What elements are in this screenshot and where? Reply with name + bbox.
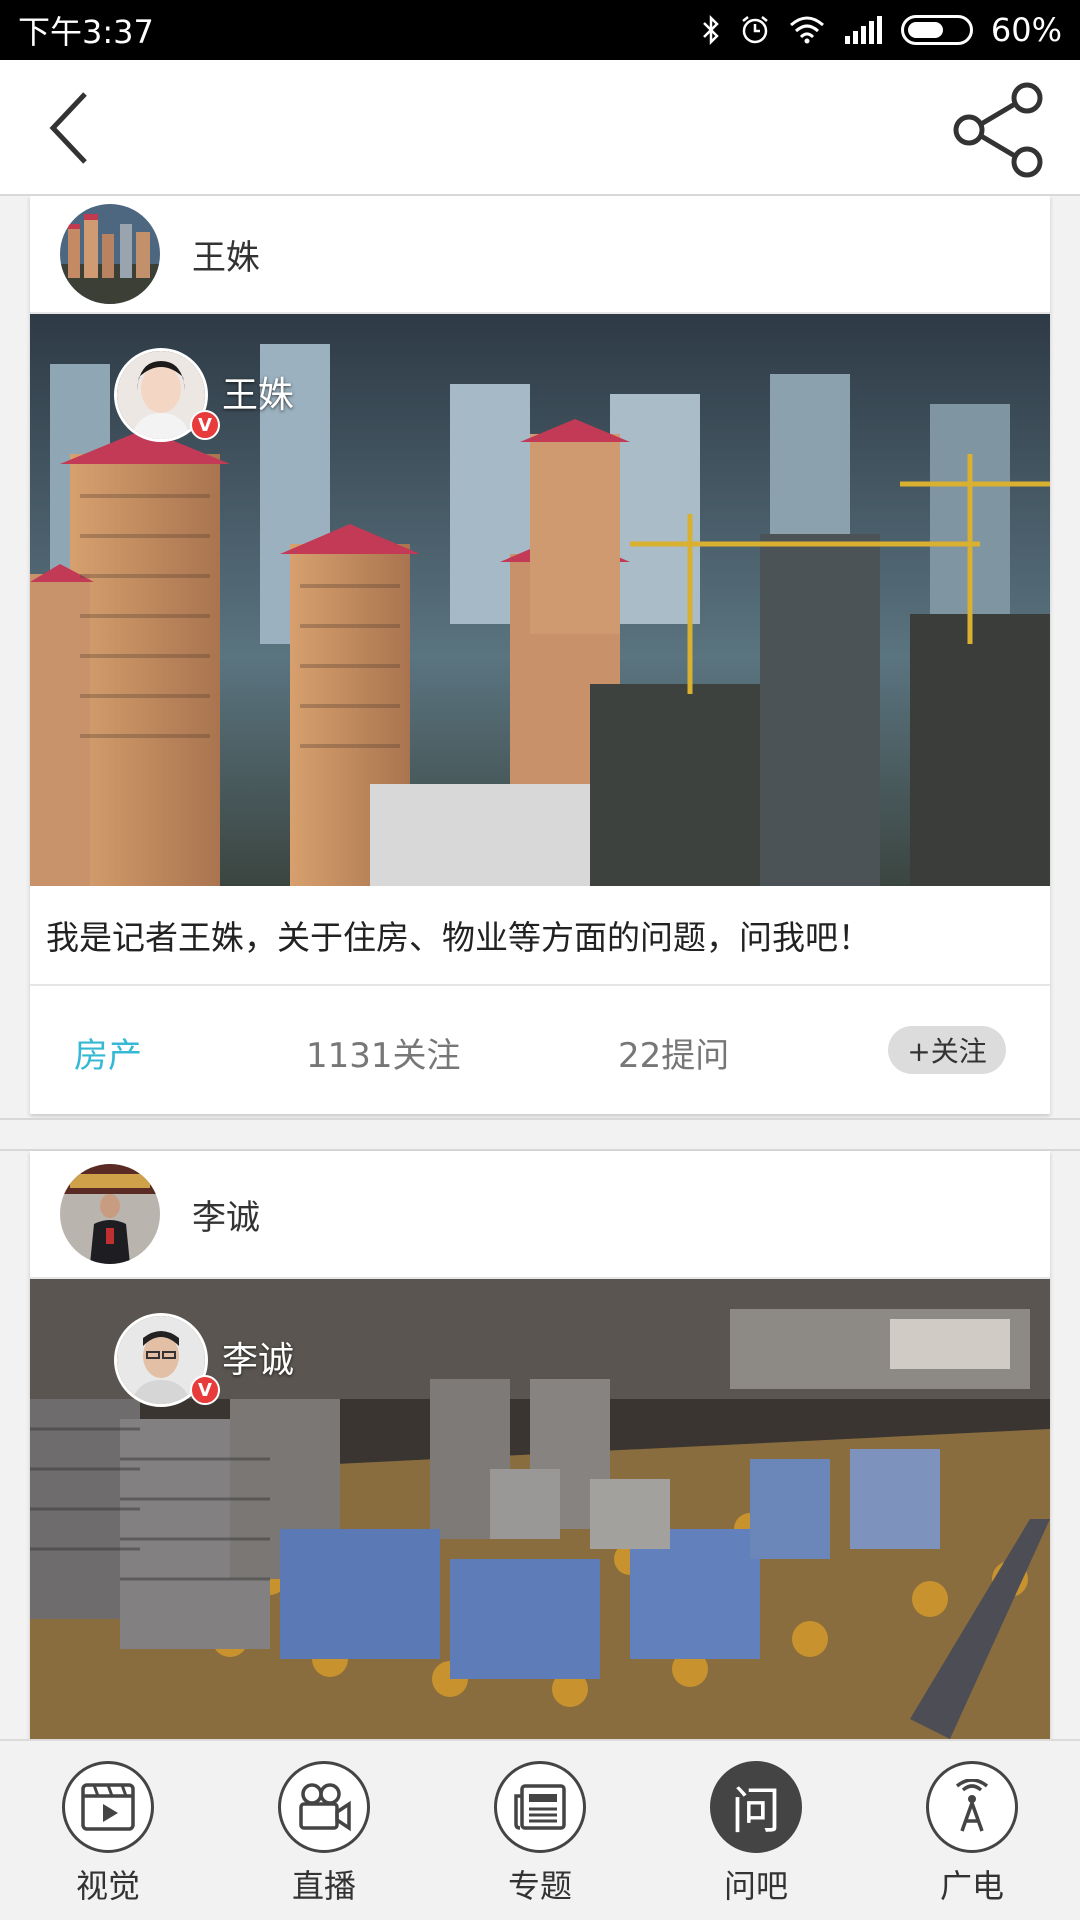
tab-topics[interactable]: 专题 xyxy=(460,1741,620,1920)
app-bar xyxy=(0,60,1080,196)
avatar[interactable] xyxy=(60,204,160,304)
tab-label: 问吧 xyxy=(723,1867,788,1905)
cover-image[interactable]: V 李诚 xyxy=(30,1279,1050,1739)
cover-image[interactable]: V 王姝 xyxy=(30,314,1050,886)
camera-icon xyxy=(278,1761,370,1853)
card-meta: 房产 1131关注 22提问 +关注 xyxy=(30,986,1050,1114)
avatar[interactable] xyxy=(60,1164,160,1264)
ask-icon: 问 xyxy=(710,1761,802,1853)
back-button[interactable] xyxy=(30,84,110,172)
broadcast-tower-icon xyxy=(926,1761,1018,1853)
tab-label: 视觉 xyxy=(75,1867,140,1905)
bottom-tab-bar: 视觉 直播 专题 问 问吧 广电 xyxy=(0,1739,1080,1920)
chevron-left-icon xyxy=(49,92,87,164)
video-icon xyxy=(62,1761,154,1853)
card-description[interactable]: 我是记者王姝，关于住房、物业等方面的问题，问我吧！ xyxy=(30,886,1050,986)
feed-list[interactable]: 王姝 V 王姝 我是记者王姝，关于住房、物业等方面的问题，问我吧！ 房产 113… xyxy=(0,196,1080,1739)
battery-icon xyxy=(900,15,973,45)
tab-visual[interactable]: 视觉 xyxy=(28,1741,188,1920)
bluetooth-icon xyxy=(701,15,721,45)
author-name: 李诚 xyxy=(192,1197,260,1238)
signal-icon xyxy=(843,16,883,44)
follow-button[interactable]: +关注 xyxy=(888,1026,1006,1074)
tab-ask[interactable]: 问 问吧 xyxy=(676,1741,836,1920)
battery-percent: 60% xyxy=(990,11,1062,49)
card-header: 李诚 xyxy=(30,1151,1050,1279)
expert-card[interactable]: 王姝 V 王姝 我是记者王姝，关于住房、物业等方面的问题，问我吧！ 房产 113… xyxy=(30,196,1050,1114)
alarm-icon xyxy=(739,14,771,46)
tab-live[interactable]: 直播 xyxy=(244,1741,404,1920)
expert-card[interactable]: 李诚 V 李诚 xyxy=(30,1151,1050,1739)
share-button[interactable] xyxy=(944,78,1054,182)
followers-count: 1131关注 xyxy=(306,1036,461,1076)
status-time: 下午3:37 xyxy=(18,13,154,51)
overlay-name: 李诚 xyxy=(222,1340,295,1381)
status-icons: 60% xyxy=(701,11,1062,49)
tab-label: 广电 xyxy=(939,1867,1004,1905)
tab-label: 专题 xyxy=(507,1867,572,1905)
verified-badge: V xyxy=(190,410,220,440)
category-tag[interactable]: 房产 xyxy=(74,1028,142,1077)
tab-label: 直播 xyxy=(291,1867,356,1905)
overlay-name: 王姝 xyxy=(222,375,295,416)
wifi-icon xyxy=(789,16,825,44)
newspaper-icon xyxy=(494,1761,586,1853)
verified-badge: V xyxy=(190,1375,220,1405)
tab-broadcast[interactable]: 广电 xyxy=(892,1741,1052,1920)
share-icon xyxy=(953,82,1043,178)
card-header: 王姝 xyxy=(30,196,1050,314)
divider xyxy=(0,1118,1080,1120)
author-name: 王姝 xyxy=(192,237,260,278)
status-bar: 下午3:37 60% xyxy=(0,0,1080,60)
questions-count: 22提问 xyxy=(618,1036,730,1076)
